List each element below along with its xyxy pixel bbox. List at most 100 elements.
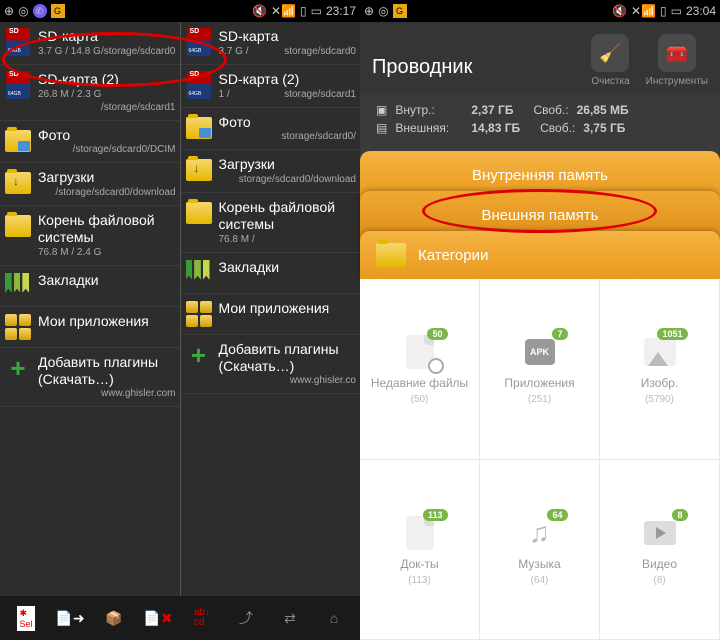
history-button[interactable]: ⤴ (230, 602, 262, 634)
storage-info: ▣ Внутр.: 2,37 ГБ Своб.: 26,85 МБ ▤ Внеш… (360, 95, 720, 151)
list-item[interactable]: Корень файловой системы76.8 M / (181, 193, 361, 253)
mute-icon: 🔇 (252, 4, 267, 18)
item-title: Мои приложения (38, 313, 176, 330)
copy-button[interactable]: 📄➜ (54, 602, 86, 634)
battery-icon: ▭ (311, 4, 322, 18)
item-title: Корень файловой системы (38, 212, 176, 246)
tools-button[interactable]: 🧰 Инструменты (646, 34, 708, 87)
category-cell[interactable]: ♫64Музыка(64) (480, 460, 600, 640)
internal-label: Внутр.: (395, 103, 463, 117)
category-label: Док-ты (400, 557, 438, 571)
internal-free-label: Своб.: (533, 103, 568, 117)
folder-down-icon (4, 169, 32, 197)
category-cell[interactable]: 113 Док-ты (113) (360, 460, 480, 640)
item-title: Фото (38, 127, 176, 144)
battery-icon: ▭ (671, 4, 682, 18)
archive-button[interactable]: 📦 (98, 602, 130, 634)
target-icon: ◎ (18, 4, 28, 18)
internal-free: 26,85 МБ (577, 103, 629, 117)
list-item[interactable]: Фото/storage/sdcard0/DCIM (0, 121, 180, 164)
category-count: (113) (408, 575, 431, 586)
sd-icon (4, 28, 32, 56)
tab-categories[interactable]: Категории (360, 231, 720, 279)
category-icon: 1051 (640, 332, 680, 372)
item-title: Добавить плагины (Скачать…) (219, 341, 357, 375)
item-subtitle: 26.8 M / 2.3 G/storage/sdcard1 (38, 88, 176, 101)
target-icon: ◎ (378, 4, 388, 18)
clean-label: Очистка (591, 76, 629, 87)
app-title: Проводник (372, 56, 472, 87)
item-title: SD-карта (219, 28, 357, 45)
storage-tabs: Внутренняя память Внешняя память Категор… (360, 151, 720, 279)
sim-icon: ▯ (660, 4, 667, 18)
category-label: Изобр. (641, 376, 679, 390)
category-cell[interactable]: 1051Изобр.(5790) (600, 279, 720, 460)
item-title: Загрузки (38, 169, 176, 186)
count-badge: 113 (423, 509, 448, 521)
sd-icon (4, 71, 32, 99)
list-item[interactable]: Мои приложения (181, 294, 361, 335)
list-item[interactable]: +Добавить плагины (Скачать…)www.ghisler.… (181, 335, 361, 395)
category-count: (251) (528, 394, 551, 405)
sd-icon (185, 28, 213, 56)
list-item[interactable]: Закладки (181, 253, 361, 294)
home-button[interactable]: ⌂ (318, 602, 350, 634)
delete-button[interactable]: 📄✖ (142, 602, 174, 634)
list-item[interactable]: SD-карта (2)26.8 M / 2.3 G/storage/sdcar… (0, 65, 180, 121)
list-item[interactable]: Корень файловой системы76.8 M / 2.4 G (0, 206, 180, 266)
folder-down-icon (185, 156, 213, 184)
storage-external-icon: ▤ (376, 121, 387, 135)
list-item[interactable]: SD-карта3.7 G / 14.8 G/storage/sdcard0 (0, 22, 180, 65)
category-icon: APK7 (520, 332, 560, 372)
list-item[interactable]: Мои приложения (0, 307, 180, 348)
count-badge: 1051 (657, 328, 687, 340)
storage-internal-icon: ▣ (376, 103, 387, 117)
dual-pane: SD-карта3.7 G / 14.8 G/storage/sdcard0SD… (0, 22, 360, 596)
pane-right: SD-карта3.7 G /storage/sdcard0SD-карта (… (181, 22, 361, 596)
list-item[interactable]: SD-карта3.7 G /storage/sdcard0 (181, 22, 361, 65)
count-badge: 64 (547, 509, 567, 521)
toolbox-icon: 🧰 (658, 34, 696, 72)
folder-icon (185, 199, 213, 227)
item-title: Фото (219, 114, 357, 131)
folder-photo-icon (185, 114, 213, 142)
category-cell[interactable]: 50Недавние файлы(50) (360, 279, 480, 460)
list-item[interactable]: SD-карта (2)1 /storage/sdcard1 (181, 65, 361, 108)
category-icon: 8 (640, 513, 680, 553)
wifi-icon: ✕📶 (631, 4, 656, 18)
tools-label: Инструменты (646, 76, 708, 87)
item-title: Мои приложения (219, 300, 357, 317)
plus-icon: + (185, 341, 213, 369)
external-label: Внешняя: (395, 121, 463, 135)
folder-photo-icon (4, 127, 32, 155)
category-cell[interactable]: 8Видео(8) (600, 460, 720, 640)
list-item[interactable]: Закладки (0, 266, 180, 307)
sim-icon: ▯ (300, 4, 307, 18)
list-item[interactable]: Загрузкиstorage/sdcard0/download (181, 150, 361, 193)
list-item[interactable]: +Добавить плагины (Скачать…)www.ghisler.… (0, 348, 180, 408)
select-button[interactable]: ✱Sel (10, 602, 42, 634)
swap-button[interactable]: ⇄ (274, 602, 306, 634)
list-item[interactable]: Загрузки/storage/sdcard0/download (0, 163, 180, 206)
folder-icon (376, 243, 406, 267)
status-bar-right: ⊕ ◎ G 🔇 ✕📶 ▯ ▭ 23:04 (360, 0, 720, 22)
app-icon: G (393, 4, 407, 18)
clock: 23:04 (686, 4, 716, 18)
category-label: Музыка (518, 557, 560, 571)
external-free-label: Своб.: (540, 121, 575, 135)
count-badge: 8 (672, 509, 687, 521)
internal-total: 2,37 ГБ (471, 103, 513, 117)
bookmark-icon (4, 272, 32, 300)
clean-button[interactable]: 🧹 Очистка (591, 34, 629, 87)
item-subtitle: 3.7 G / 14.8 G/storage/sdcard0 (38, 45, 176, 58)
item-title: Добавить плагины (Скачать…) (38, 354, 176, 388)
list-item[interactable]: Фотоstorage/sdcard0/ (181, 108, 361, 151)
category-label: Видео (642, 557, 677, 571)
sort-button[interactable]: ab↓cd (186, 602, 218, 634)
wifi-icon: ✕📶 (271, 4, 296, 18)
item-title: Закладки (38, 272, 176, 289)
external-free: 3,75 ГБ (583, 121, 625, 135)
broom-icon: 🧹 (591, 34, 629, 72)
category-count: (64) (531, 575, 549, 586)
category-cell[interactable]: APK7Приложения(251) (480, 279, 600, 460)
